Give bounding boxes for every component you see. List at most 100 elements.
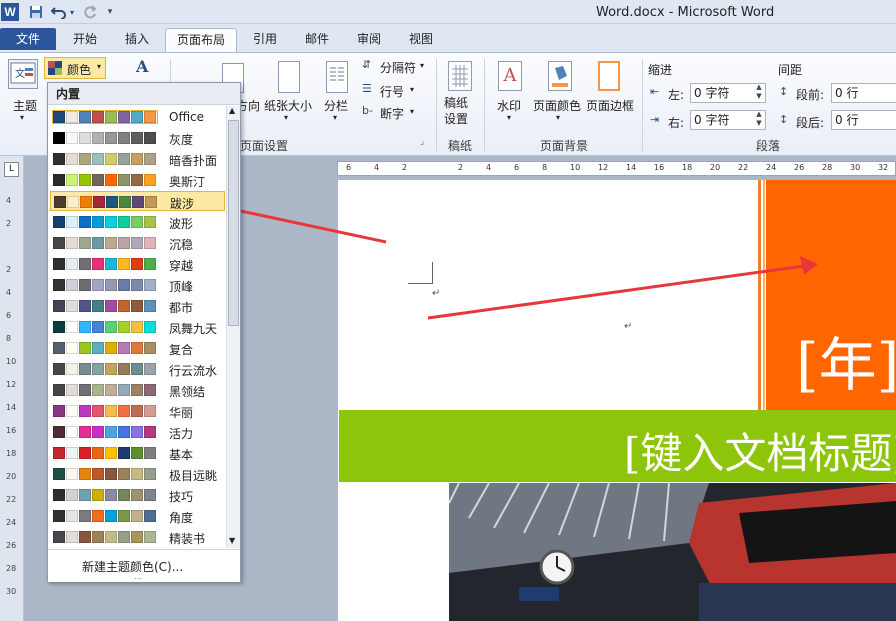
color-swatch: [118, 363, 130, 375]
color-swatch: [144, 489, 156, 501]
theme-color-label: 凤舞九天: [169, 322, 218, 336]
color-swatch: [144, 468, 156, 480]
new-theme-colors-menu-item[interactable]: 新建主题颜色(C)...: [82, 558, 183, 575]
color-swatch-strip: [53, 384, 157, 396]
scroll-down-icon[interactable]: ▼: [229, 536, 235, 545]
color-swatch-strip: [53, 405, 157, 417]
theme-color-item[interactable]: 都市: [50, 296, 225, 316]
color-swatch: [92, 489, 104, 501]
theme-color-item[interactable]: 技巧: [50, 485, 225, 505]
color-swatch: [66, 363, 78, 375]
color-swatch-strip: [53, 510, 157, 522]
color-swatch: [118, 510, 130, 522]
color-swatch-strip: [53, 447, 157, 459]
theme-color-item[interactable]: 奥斯汀: [50, 170, 225, 190]
theme-color-item[interactable]: 顶峰: [50, 275, 225, 295]
scroll-up-icon[interactable]: ▲: [229, 106, 235, 115]
theme-color-item[interactable]: 穿越: [50, 254, 225, 274]
color-swatch-strip: [53, 426, 157, 438]
color-swatch: [131, 321, 143, 333]
theme-color-item[interactable]: 波形: [50, 212, 225, 232]
color-swatch: [131, 174, 143, 186]
theme-color-label: 波形: [169, 217, 194, 231]
color-swatch: [105, 153, 117, 165]
theme-colors-dropdown[interactable]: 内置 Office 灰度 暗香扑面 奥斯汀 跋涉 波形 沉稳 穿越 顶峰 都市 凤舞九天 复合 行云流水…: [47, 82, 241, 583]
color-swatch: [79, 405, 91, 417]
color-swatch: [105, 384, 117, 396]
color-swatch: [118, 174, 130, 186]
color-swatch: [144, 321, 156, 333]
scrollbar-thumb[interactable]: [228, 120, 239, 326]
color-swatch: [131, 237, 143, 249]
color-swatch: [144, 132, 156, 144]
theme-color-item[interactable]: 华丽: [50, 401, 225, 421]
theme-color-item[interactable]: 黑领结: [50, 380, 225, 400]
color-swatch: [105, 426, 117, 438]
color-swatch: [53, 321, 65, 333]
resize-grip-icon[interactable]: ⋯: [134, 574, 142, 583]
color-swatch: [118, 111, 130, 123]
color-swatch: [131, 510, 143, 522]
theme-color-label: 灰度: [169, 133, 194, 147]
color-swatch-strip: [53, 174, 157, 186]
color-swatch-strip: [54, 196, 158, 208]
color-swatch: [131, 342, 143, 354]
theme-color-item[interactable]: 基本: [50, 443, 225, 463]
theme-color-item[interactable]: 极目远眺: [50, 464, 225, 484]
color-swatch: [92, 363, 104, 375]
theme-color-item[interactable]: 凤舞九天: [50, 317, 225, 337]
theme-color-label: 都市: [169, 301, 194, 315]
color-swatch-strip: [53, 132, 157, 144]
color-swatch: [53, 363, 65, 375]
dropdown-scrollbar[interactable]: ▲ ▼: [226, 106, 240, 548]
theme-color-item[interactable]: 跋涉: [50, 191, 225, 211]
color-swatch: [118, 405, 130, 417]
color-swatch: [144, 384, 156, 396]
theme-color-item[interactable]: 行云流水: [50, 359, 225, 379]
color-swatch: [53, 531, 65, 543]
theme-color-item[interactable]: Office: [50, 107, 225, 127]
color-swatch: [105, 216, 117, 228]
color-swatch: [92, 174, 104, 186]
color-swatch: [79, 468, 91, 480]
theme-color-item[interactable]: 角度: [50, 506, 225, 526]
theme-color-item[interactable]: 沉稳: [50, 233, 225, 253]
color-swatch: [144, 510, 156, 522]
color-swatch-strip: [53, 531, 157, 543]
theme-color-label: 沉稳: [169, 238, 194, 252]
color-swatch: [79, 279, 91, 291]
theme-color-label: 极目远眺: [169, 469, 218, 483]
theme-color-label: 华丽: [169, 406, 194, 420]
theme-color-label: 角度: [169, 511, 194, 525]
color-swatch: [92, 384, 104, 396]
color-swatch: [66, 111, 78, 123]
color-swatch: [53, 405, 65, 417]
color-swatch: [105, 531, 117, 543]
theme-color-item[interactable]: 复合: [50, 338, 225, 358]
theme-color-item[interactable]: 精装书: [50, 527, 225, 547]
color-swatch: [144, 237, 156, 249]
color-swatch: [144, 300, 156, 312]
color-swatch: [119, 196, 131, 208]
theme-color-item[interactable]: 活力: [50, 422, 225, 442]
color-swatch: [105, 279, 117, 291]
color-swatch: [144, 363, 156, 375]
theme-color-item[interactable]: 灰度: [50, 128, 225, 148]
color-swatch: [79, 363, 91, 375]
theme-color-item[interactable]: 暗香扑面: [50, 149, 225, 169]
color-swatch: [92, 237, 104, 249]
color-swatch: [66, 132, 78, 144]
color-swatch: [105, 111, 117, 123]
color-swatch: [79, 132, 91, 144]
theme-color-label: 奥斯汀: [169, 175, 206, 189]
color-swatch-strip: [53, 342, 157, 354]
color-swatch: [131, 468, 143, 480]
theme-color-label: 顶峰: [169, 280, 194, 294]
color-swatch: [144, 174, 156, 186]
color-swatch: [66, 300, 78, 312]
color-swatch: [79, 153, 91, 165]
color-swatch: [66, 174, 78, 186]
color-swatch: [118, 447, 130, 459]
color-swatch: [66, 405, 78, 417]
color-swatch: [66, 258, 78, 270]
